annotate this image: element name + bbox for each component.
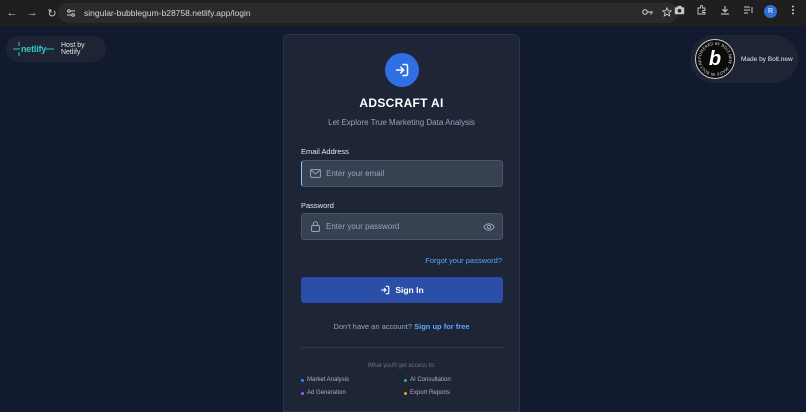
bolt-logo-icon: POWERED BY BOLT.NEW · MADE IN BOLT.NEW b <box>695 39 735 79</box>
email-input[interactable] <box>326 169 476 178</box>
bolt-ring-text: POWERED BY BOLT.NEW · MADE IN BOLT.NEW <box>695 39 733 77</box>
feature-export-reports: Export Reports <box>404 390 450 396</box>
url-text: singular-bubblegum-b28758.netlify.app/lo… <box>84 8 251 18</box>
feature-label: Export Reports <box>410 390 451 396</box>
access-title: What you'll get access to: <box>367 363 436 369</box>
feature-bullet-icon <box>301 378 304 382</box>
extensions-icon[interactable] <box>695 5 709 18</box>
bolt-badge-label: Made by Bolt.new <box>741 55 793 63</box>
login-logo-icon <box>385 53 419 87</box>
signup-prompt-text: Don't have an account? <box>333 322 413 331</box>
app-title: ADSCRAFT AI <box>359 96 444 110</box>
forward-icon[interactable]: → <box>24 5 40 21</box>
feature-bullet-icon <box>404 391 407 395</box>
password-input[interactable] <box>326 222 476 231</box>
netlify-badge[interactable]: netlify Host by Netlify <box>6 36 106 62</box>
feature-ad-generation: Ad Generation <box>301 390 346 396</box>
password-label: Password <box>301 201 334 210</box>
media-controls-icon[interactable] <box>741 5 755 18</box>
netlify-badge-label: Host by Netlify <box>60 42 85 56</box>
password-key-icon[interactable] <box>642 7 654 19</box>
signup-prompt: Don't have an account? Sign up for free <box>284 322 519 331</box>
divider <box>301 347 503 348</box>
app-subtitle: Let Explore True Marketing Data Analysis <box>328 118 475 127</box>
feature-ai-consultation: AI Consultation <box>404 377 451 383</box>
svg-text:POWERED BY BOLT.NEW · MADE IN: POWERED BY BOLT.NEW · MADE IN BOLT.NEW <box>695 39 733 77</box>
lock-icon <box>308 220 322 234</box>
forgot-password-link[interactable]: Forgot your password? <box>425 256 502 265</box>
more-menu-icon[interactable] <box>786 5 800 18</box>
feature-label: Market Analysis <box>307 377 350 383</box>
download-icon[interactable] <box>718 5 732 18</box>
email-label: Email Address <box>301 147 349 156</box>
password-field[interactable] <box>301 213 503 240</box>
show-password-eye-icon[interactable] <box>482 220 496 234</box>
login-card: ADSCRAFT AI Let Explore True Marketing D… <box>283 34 520 412</box>
feature-label: AI Consultation <box>410 377 451 383</box>
feature-label: Ad Generation <box>307 390 346 396</box>
bolt-badge[interactable]: POWERED BY BOLT.NEW · MADE IN BOLT.NEW b… <box>690 35 798 83</box>
mail-icon <box>308 167 322 181</box>
back-icon[interactable]: ← <box>4 5 20 21</box>
netlify-logo-icon: netlify <box>11 40 55 58</box>
browser-toolbar: ← → ↻ singular-bubblegum-b28758.netlify.… <box>0 0 806 26</box>
signup-link[interactable]: Sign up for free <box>414 322 469 331</box>
screenshot-icon[interactable] <box>672 5 686 18</box>
sign-in-label: Sign In <box>395 285 424 295</box>
feature-market-analysis: Market Analysis <box>301 377 349 383</box>
feature-bullet-icon <box>301 391 304 395</box>
site-info-icon[interactable] <box>64 6 78 20</box>
profile-avatar[interactable]: R <box>764 5 777 18</box>
netlify-logo-text: netlify <box>21 44 47 54</box>
bookmark-star-icon[interactable] <box>661 6 673 19</box>
email-field[interactable] <box>301 160 503 187</box>
sign-in-icon <box>380 285 390 295</box>
address-bar[interactable]: singular-bubblegum-b28758.netlify.app/lo… <box>58 3 678 23</box>
feature-bullet-icon <box>404 378 407 382</box>
sign-in-button[interactable]: Sign In <box>301 277 503 303</box>
